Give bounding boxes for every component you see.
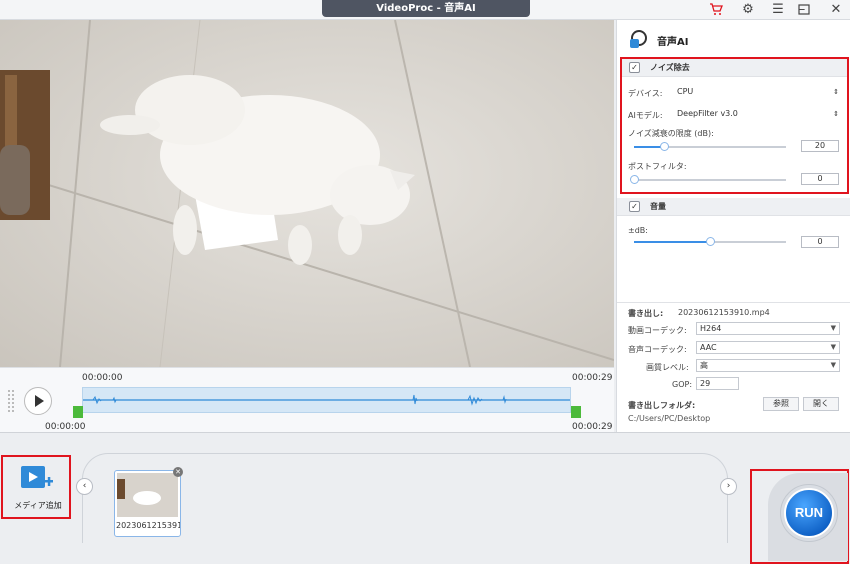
clip-thumbnail [117, 473, 178, 517]
folder-label: 書き出しフォルダ: [628, 401, 696, 410]
postfilter-label: ポストフィルタ: [628, 162, 687, 171]
filename-label: 書き出し: [628, 309, 664, 318]
settings-panel: 音声AI ✓ ノイズ除去 デバイス: CPU ⇕ AIモデル: DeepFilt… [616, 20, 850, 432]
window-title: VideoProc - 音声AI [322, 0, 530, 17]
model-select[interactable]: DeepFilter v3.0 ⇕ [677, 107, 839, 121]
folder-path: C:/Users/PC/Desktop [628, 414, 711, 423]
noise-header: ✓ ノイズ除去 [622, 59, 847, 77]
postfilter-slider-knob[interactable] [630, 175, 639, 184]
divider [617, 302, 850, 303]
acodec-select[interactable]: AAC ▼ [696, 341, 840, 354]
browse-button[interactable]: 参照 [763, 397, 799, 411]
remove-clip-icon[interactable]: ✕ [173, 467, 183, 477]
db-label: ±dB: [628, 226, 648, 235]
timeline: 00:00:00 00:00:29 00:00:00 00:00:29 [0, 367, 614, 432]
trim-start-time: 00:00:00 [45, 422, 86, 432]
add-media-label: メディア追加 [14, 501, 62, 510]
quality-value: 高 [700, 361, 708, 370]
vcodec-select[interactable]: H264 ▼ [696, 322, 840, 335]
title-bar: VideoProc - 音声AI ⚙ ☰ – ✕ [0, 0, 850, 20]
chevron-down-icon: ▼ [830, 343, 836, 351]
maximize-icon[interactable] [795, 2, 811, 18]
limit-label: ノイズ減衰の限度 (dB): [628, 129, 714, 138]
trim-end-time: 00:00:29 [572, 422, 613, 432]
cart-icon[interactable] [708, 2, 724, 18]
limit-input[interactable]: 20 [801, 140, 839, 152]
filename-value: 20230612153910.mp4 [678, 308, 770, 317]
timeline-start-time: 00:00:00 [82, 373, 123, 383]
chevron-down-icon: ▼ [830, 324, 836, 332]
panel-title: 音声AI [657, 37, 689, 48]
model-value: DeepFilter v3.0 [677, 109, 738, 118]
media-clip[interactable]: 20230612153910 [114, 470, 181, 537]
volume-checkbox[interactable]: ✓ [629, 201, 640, 212]
add-media-button[interactable]: メディア追加 [6, 458, 68, 516]
db-input[interactable]: 0 [801, 236, 839, 248]
noise-title: ノイズ除去 [650, 63, 690, 72]
chevron-updown-icon: ⇕ [833, 110, 839, 118]
audio-waveform[interactable] [82, 387, 571, 413]
limit-slider-knob[interactable] [660, 142, 669, 151]
gop-input[interactable]: 29 [696, 377, 739, 390]
volume-header: ✓ 音量 [617, 198, 850, 216]
db-slider[interactable] [634, 237, 786, 246]
vcodec-label: 動画コーデック: [628, 326, 687, 335]
scroll-right-button[interactable]: › [720, 478, 737, 495]
acodec-label: 音声コーデック: [628, 345, 687, 354]
play-button[interactable] [24, 387, 52, 415]
db-slider-fill [634, 241, 710, 243]
video-preview[interactable] [0, 20, 614, 367]
chevron-down-icon: ▼ [830, 361, 836, 369]
timeline-end-time: 00:00:29 [572, 373, 613, 383]
add-media-icon [19, 464, 55, 497]
trim-start-handle[interactable] [73, 406, 83, 418]
run-label: RUN [794, 505, 824, 520]
gop-label: GOP: [672, 380, 693, 389]
scroll-left-button[interactable]: ‹ [76, 478, 93, 495]
quality-label: 画質レベル: [646, 363, 689, 372]
drag-handle[interactable] [8, 390, 14, 412]
db-slider-knob[interactable] [706, 237, 715, 246]
open-folder-button[interactable]: 開く [803, 397, 839, 411]
model-label: AIモデル: [628, 111, 663, 120]
chevron-updown-icon: ⇕ [833, 88, 839, 96]
volume-title: 音量 [650, 202, 666, 211]
media-bar: メディア追加 ‹ › 20230612153910 ✕ RUN [0, 432, 850, 564]
limit-slider[interactable] [634, 142, 786, 151]
postfilter-slider[interactable] [630, 175, 786, 184]
run-button[interactable]: RUN [780, 484, 838, 542]
menu-icon[interactable]: ☰ [770, 2, 786, 18]
device-label: デバイス: [628, 89, 663, 98]
clip-name: 20230612153910 [116, 521, 180, 530]
noise-checkbox[interactable]: ✓ [629, 62, 640, 73]
voice-ai-icon [627, 29, 649, 49]
acodec-value: AAC [700, 343, 717, 352]
settings-icon[interactable]: ⚙ [740, 2, 756, 18]
trim-end-handle[interactable] [571, 406, 581, 418]
postfilter-input[interactable]: 0 [801, 173, 839, 185]
quality-select[interactable]: 高 ▼ [696, 359, 840, 372]
device-value: CPU [677, 87, 694, 96]
vcodec-value: H264 [700, 324, 722, 333]
device-select[interactable]: CPU ⇕ [677, 85, 839, 99]
close-icon[interactable]: ✕ [828, 2, 844, 18]
